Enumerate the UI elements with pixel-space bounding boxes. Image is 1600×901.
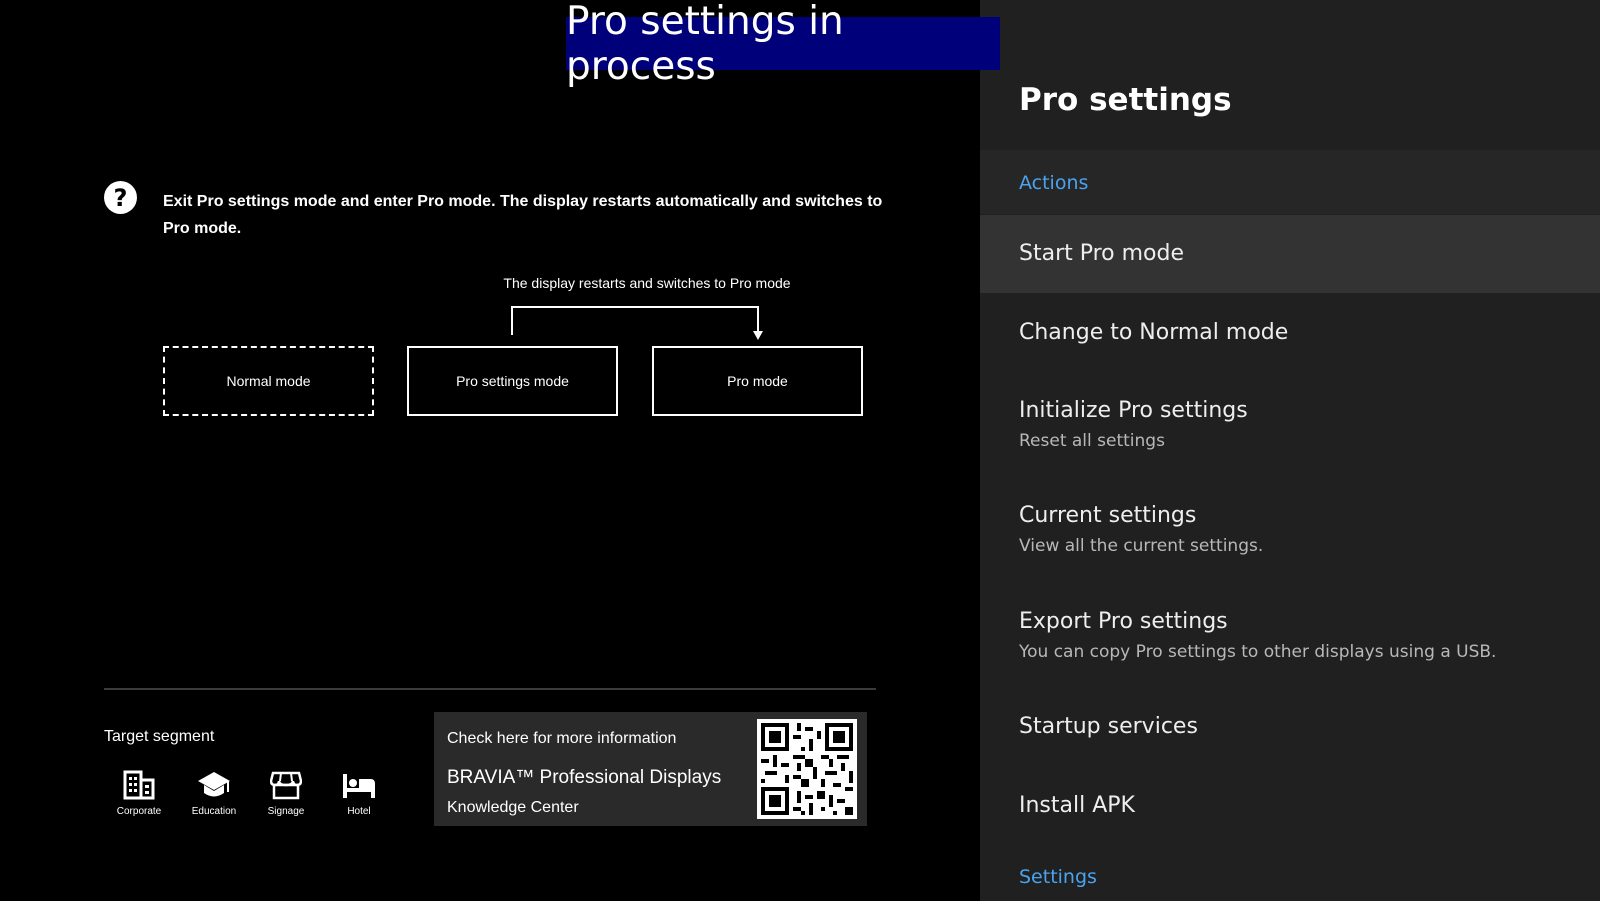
target-segment-label: Target segment xyxy=(104,728,215,745)
segment-education: Education xyxy=(179,770,249,817)
menu-item-title: Install APK xyxy=(1019,793,1135,818)
bed-icon xyxy=(343,774,375,798)
menu-item-title: Initialize Pro settings xyxy=(1019,398,1248,423)
settings-panel: Pro settings Actions Start Pro mode Chan… xyxy=(980,0,1600,901)
graduation-cap-icon xyxy=(198,772,230,797)
info-card[interactable]: Check here for more information BRAVIA™ … xyxy=(434,712,867,826)
mode-box-pro-settings: Pro settings mode xyxy=(407,346,618,416)
divider xyxy=(104,688,876,690)
menu-item-initialize-pro-settings[interactable]: Initialize Pro settings Reset all settin… xyxy=(980,398,1600,451)
menu-item-change-normal-mode[interactable]: Change to Normal mode xyxy=(980,320,1600,345)
menu-item-title: Export Pro settings xyxy=(1019,609,1228,634)
menu-item-startup-services[interactable]: Startup services xyxy=(980,714,1600,739)
segment-label: Signage xyxy=(267,806,305,817)
menu-item-start-pro-mode[interactable]: Start Pro mode xyxy=(980,215,1600,293)
menu-item-subtitle: View all the current settings. xyxy=(1019,536,1264,556)
menu-item-export-pro-settings[interactable]: Export Pro settings You can copy Pro set… xyxy=(980,609,1600,662)
menu-item-title: Start Pro mode xyxy=(1019,241,1185,266)
segment-signage: Signage xyxy=(251,770,321,817)
help-description: Exit Pro settings mode and enter Pro mod… xyxy=(163,193,883,237)
segment-corporate: Corporate xyxy=(104,770,174,817)
menu-item-install-apk[interactable]: Install APK xyxy=(980,793,1600,818)
info-check-text: Check here for more information xyxy=(447,730,677,747)
question-icon: ? xyxy=(104,181,137,214)
mode-box-pro: Pro mode xyxy=(652,346,863,416)
menu-item-current-settings[interactable]: Current settings View all the current se… xyxy=(980,503,1600,556)
qr-code-icon xyxy=(757,719,857,819)
segment-label: Corporate xyxy=(116,806,162,817)
restart-arrow-icon xyxy=(511,306,763,340)
mode-box-normal: Normal mode xyxy=(163,346,374,416)
menu-item-subtitle: You can copy Pro settings to other displ… xyxy=(1019,642,1497,662)
diagram-caption: The display restarts and switches to Pro… xyxy=(503,275,791,291)
menu-item-title: Current settings xyxy=(1019,503,1197,528)
menu-item-subtitle: Reset all settings xyxy=(1019,431,1165,451)
menu-item-title: Change to Normal mode xyxy=(1019,320,1289,345)
settings-header: Settings xyxy=(1019,866,1097,888)
info-brand-text: BRAVIA™ Professional Displays xyxy=(447,767,722,788)
menu-item-title: Startup services xyxy=(1019,714,1198,739)
actions-header: Actions xyxy=(1019,172,1089,194)
segment-label: Hotel xyxy=(347,806,371,817)
segment-hotel: Hotel xyxy=(324,770,394,817)
building-icon xyxy=(123,770,155,800)
segment-label: Education xyxy=(191,806,237,817)
info-knowledge-text: Knowledge Center xyxy=(447,799,579,816)
panel-title: Pro settings xyxy=(1019,82,1232,118)
storefront-icon xyxy=(270,771,302,800)
status-banner: Pro settings in process xyxy=(566,0,1000,89)
